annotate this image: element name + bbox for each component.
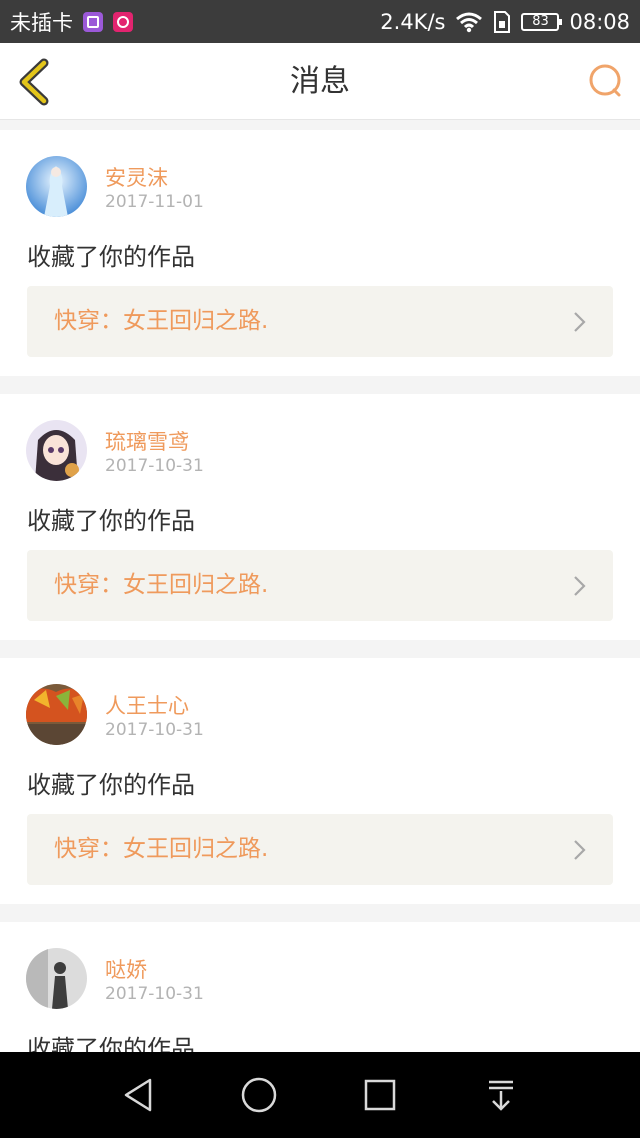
wifi-icon <box>456 12 483 32</box>
user-name[interactable]: 人王士心 <box>105 690 189 720</box>
search-icon <box>589 64 621 97</box>
user-name[interactable]: 琉璃雪鸢 <box>105 426 189 456</box>
user-name[interactable]: 安灵沫 <box>105 162 168 192</box>
gallery-icon <box>83 11 103 32</box>
message-card: 哒娇 2017-10-31 收藏了你的作品 <box>0 922 640 1052</box>
work-title: 快穿：女王回归之路. <box>54 308 269 334</box>
avatar-anime-girl <box>26 420 87 481</box>
avatar[interactable] <box>26 948 87 1009</box>
message-date: 2017-11-01 <box>105 192 204 212</box>
home-circle-icon <box>241 1077 277 1113</box>
message-card: 安灵沫 2017-11-01 收藏了你的作品 快穿：女王回归之路. <box>0 130 640 376</box>
message-card: 琉璃雪鸢 2017-10-31 收藏了你的作品 快穿：女王回归之路. <box>0 394 640 640</box>
avatar[interactable] <box>26 684 87 745</box>
work-link[interactable]: 快穿：女王回归之路. <box>27 814 613 885</box>
network-speed: 2.4K/s <box>380 9 446 34</box>
status-bar: 未插卡 2.4K/s 83 08:08 <box>0 0 640 43</box>
camera-icon <box>113 11 133 32</box>
message-text: 收藏了你的作品 <box>27 1035 195 1052</box>
nav-notification-button[interactable] <box>480 1074 522 1116</box>
page-title: 消息 <box>290 64 350 99</box>
work-link[interactable]: 快穿：女王回归之路. <box>27 550 613 621</box>
avatar-autumn-leaves <box>26 684 87 745</box>
avatar[interactable] <box>26 420 87 481</box>
search-button[interactable] <box>586 61 626 101</box>
user-name[interactable]: 哒娇 <box>105 954 147 984</box>
message-card: 人王士心 2017-10-31 收藏了你的作品 快穿：女王回归之路. <box>0 658 640 904</box>
message-date: 2017-10-31 <box>105 720 204 740</box>
avatar-silhouette <box>26 948 87 1009</box>
message-text: 收藏了你的作品 <box>27 243 195 271</box>
chevron-right-icon <box>574 840 586 860</box>
clock: 08:08 <box>569 9 630 34</box>
work-title: 快穿：女王回归之路. <box>54 836 269 862</box>
message-text: 收藏了你的作品 <box>27 771 195 799</box>
avatar-ice-princess <box>26 156 87 217</box>
nav-recents-button[interactable] <box>359 1074 401 1116</box>
avatar[interactable] <box>26 156 87 217</box>
carrier-label: 未插卡 <box>10 10 73 35</box>
chevron-right-icon <box>574 576 586 596</box>
message-date: 2017-10-31 <box>105 984 204 1004</box>
message-list[interactable]: 安灵沫 2017-11-01 收藏了你的作品 快穿：女王回归之路. 琉璃雪鸢 2… <box>0 130 640 1052</box>
nav-home-button[interactable] <box>238 1074 280 1116</box>
chevron-right-icon <box>574 312 586 332</box>
message-text: 收藏了你的作品 <box>27 507 195 535</box>
sim-icon <box>494 10 511 33</box>
message-date: 2017-10-31 <box>105 456 204 476</box>
notification-pull-icon <box>489 1080 513 1111</box>
recents-square-icon <box>364 1079 396 1111</box>
back-triangle-icon <box>124 1078 152 1112</box>
work-link[interactable]: 快穿：女王回归之路. <box>27 286 613 357</box>
nav-back-button[interactable] <box>118 1074 160 1116</box>
battery-icon: 83 <box>521 12 563 31</box>
battery-level: 83 <box>532 14 549 29</box>
navigation-bar <box>0 1052 640 1138</box>
header: 消息 <box>0 43 640 120</box>
work-title: 快穿：女王回归之路. <box>54 572 269 598</box>
